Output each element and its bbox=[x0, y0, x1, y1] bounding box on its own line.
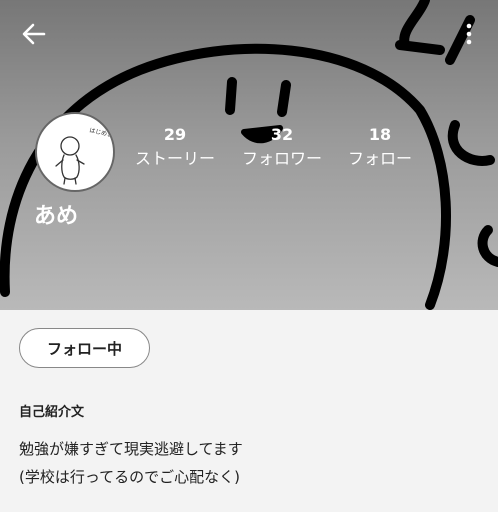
stories-label: ストーリー bbox=[134, 149, 215, 168]
more-options-button[interactable] bbox=[450, 14, 490, 54]
stat-followers[interactable]: 32 フォロワー bbox=[227, 124, 337, 172]
avatar-drawing: はじめまして bbox=[55, 127, 113, 185]
arrow-left-icon bbox=[22, 23, 46, 45]
following-button[interactable]: フォロー中 bbox=[19, 328, 150, 368]
username: あめ bbox=[34, 204, 79, 229]
following-label: フォロー bbox=[347, 149, 412, 168]
bio-line: (学校は行ってるのでご心配なく) bbox=[19, 468, 240, 486]
stat-stories[interactable]: 29 ストーリー bbox=[120, 124, 230, 172]
avatar[interactable]: はじめまして bbox=[35, 112, 115, 192]
stories-count: 29 bbox=[163, 125, 187, 144]
more-vertical-icon bbox=[466, 23, 472, 45]
stat-following[interactable]: 18 フォロー bbox=[325, 124, 435, 172]
profile-header: はじめまして 29 ストーリー 32 フォロワー 18 フォロー あめ bbox=[0, 0, 498, 310]
followers-label: フォロワー bbox=[241, 149, 322, 168]
back-button[interactable] bbox=[14, 14, 54, 54]
bio-heading: 自己紹介文 bbox=[19, 405, 85, 420]
followers-count: 32 bbox=[270, 125, 294, 144]
following-count: 18 bbox=[368, 125, 392, 144]
bio-line: 勉強が嫌すぎて現実逃避してます bbox=[19, 440, 243, 458]
